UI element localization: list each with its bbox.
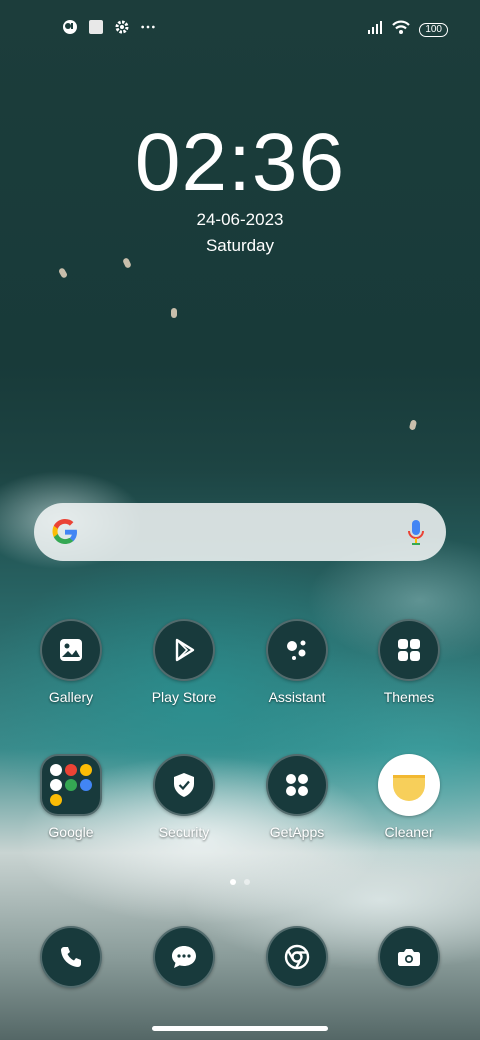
wallpaper-boat — [57, 267, 69, 279]
assistant-icon — [266, 619, 328, 681]
app-notification-icon — [62, 19, 78, 35]
clock-date: 24-06-2023 — [196, 210, 284, 229]
wallpaper-boat — [408, 419, 418, 431]
gallery-icon — [40, 619, 102, 681]
wifi-icon — [391, 19, 411, 40]
play-store-icon — [153, 619, 215, 681]
google-search-bar[interactable] — [34, 503, 446, 561]
app-label: GetApps — [269, 824, 325, 840]
clock-time[interactable]: 02:36 — [0, 116, 480, 210]
cleaner-icon — [378, 754, 440, 816]
app-label: Cleaner — [384, 824, 434, 840]
app-getapps[interactable]: GetApps — [247, 754, 347, 840]
google-g-icon[interactable] — [50, 517, 80, 547]
signal-icon — [367, 20, 383, 39]
getapps-icon — [266, 754, 328, 816]
wallpaper-boat — [171, 308, 177, 318]
app-play-store[interactable]: Play Store — [134, 619, 234, 705]
app-label: Gallery — [48, 689, 94, 705]
status-bar: 100 — [0, 16, 480, 40]
app-cleaner[interactable]: Cleaner — [359, 754, 459, 840]
chrome-icon — [266, 926, 328, 988]
app-themes[interactable]: Themes — [359, 619, 459, 705]
camera-icon — [378, 926, 440, 988]
microphone-icon[interactable] — [406, 519, 426, 547]
page-indicator — [0, 879, 480, 885]
app-assistant[interactable]: Assistant — [247, 619, 347, 705]
app-security[interactable]: Security — [134, 754, 234, 840]
dock-chrome[interactable] — [247, 926, 347, 988]
app-google-folder[interactable]: Google — [21, 754, 121, 840]
page-dot[interactable] — [244, 879, 250, 885]
settings-icon — [114, 19, 130, 35]
app-label: Google — [48, 824, 94, 840]
page-dot[interactable] — [230, 879, 236, 885]
app-label: Themes — [383, 689, 435, 705]
clock-day: Saturday — [205, 236, 275, 255]
status-notifications — [62, 19, 156, 35]
shield-check-icon — [153, 754, 215, 816]
dock-messages[interactable] — [134, 926, 234, 988]
battery-indicator: 100 — [419, 22, 448, 37]
status-system: 100 — [367, 19, 448, 40]
app-label: Security — [158, 824, 210, 840]
message-icon — [153, 926, 215, 988]
phone-icon — [40, 926, 102, 988]
more-dots-icon — [140, 19, 156, 35]
gesture-navigation-bar[interactable] — [152, 1026, 328, 1031]
app-label: Play Store — [151, 689, 217, 705]
app-label: Assistant — [268, 689, 326, 705]
app-gallery[interactable]: Gallery — [21, 619, 121, 705]
dock-phone[interactable] — [21, 926, 121, 988]
wallpaper-boat — [122, 257, 132, 269]
google-folder-icon — [40, 754, 102, 816]
dock-camera[interactable] — [359, 926, 459, 988]
themes-icon — [378, 619, 440, 681]
square-notification-icon — [88, 19, 104, 35]
